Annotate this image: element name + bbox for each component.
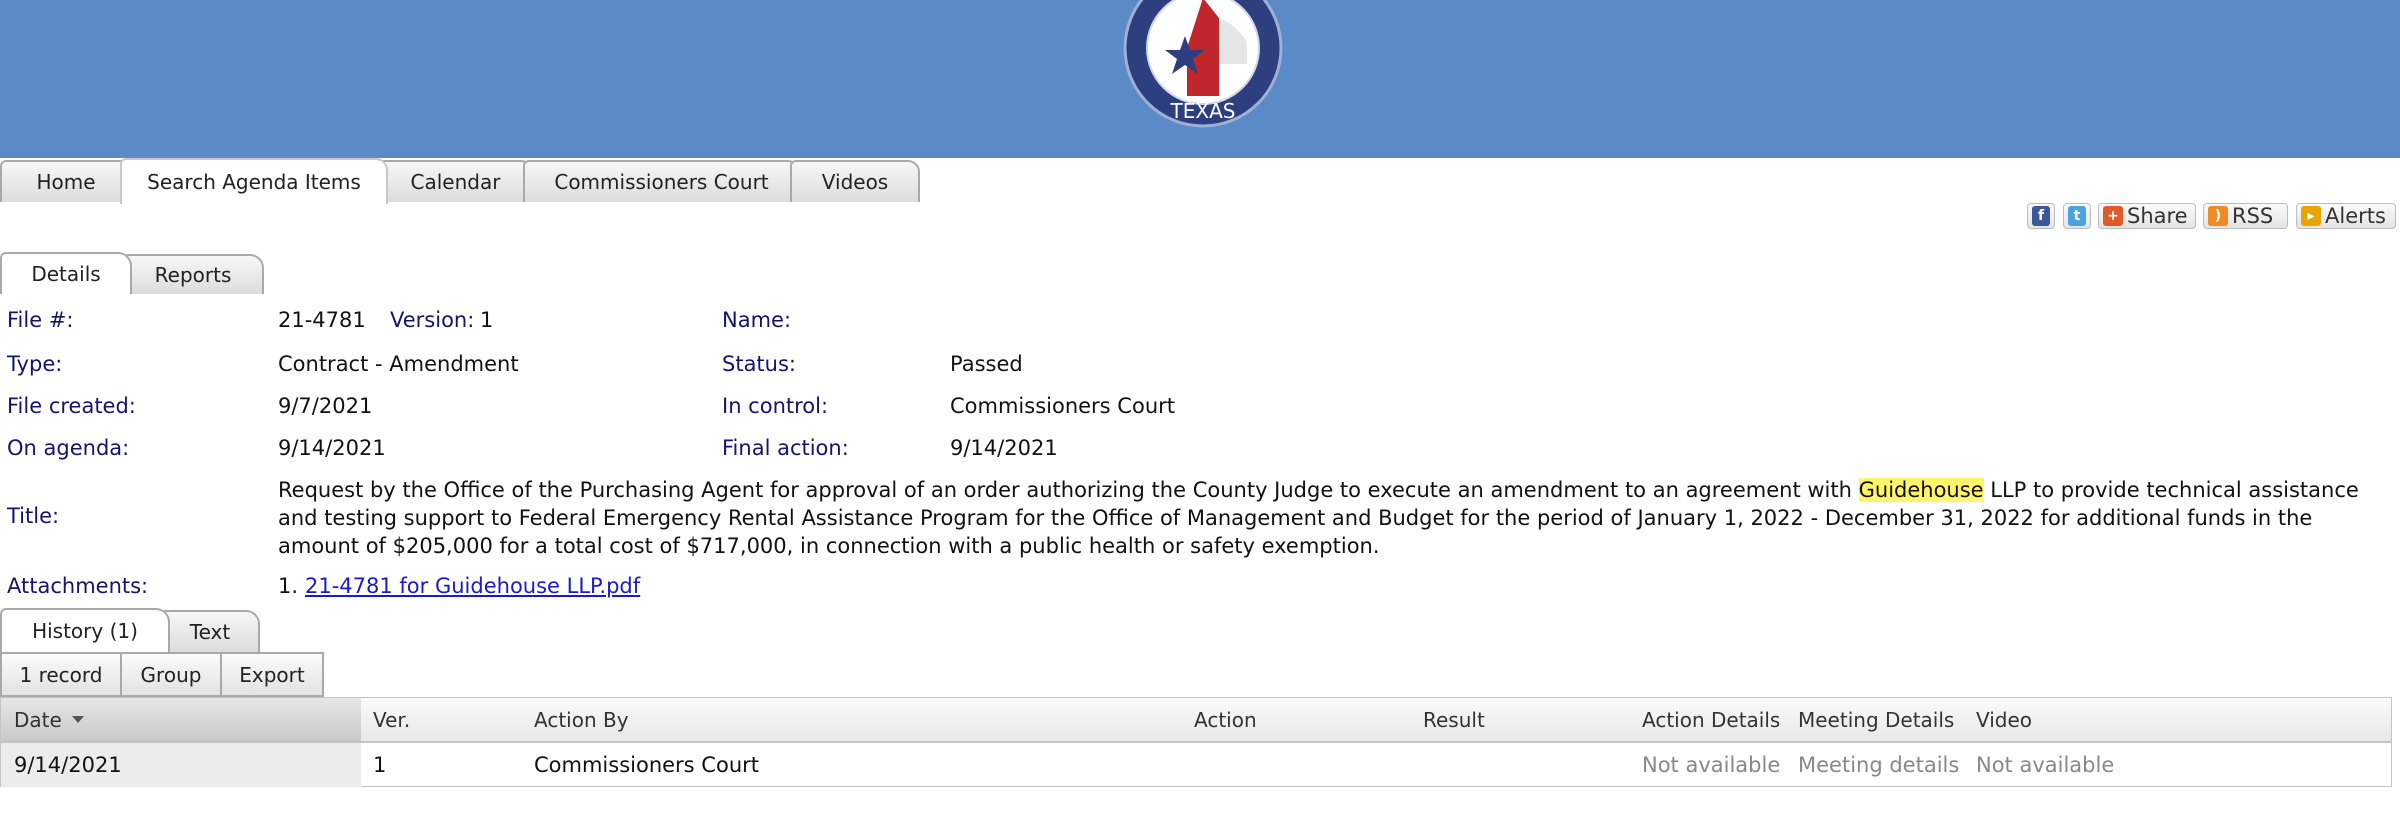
tab-search-agenda-items[interactable]: Search Agenda Items: [120, 158, 388, 204]
name-label: Name:: [722, 308, 792, 332]
version-label: Version:: [390, 308, 475, 332]
share-button[interactable]: + Share: [2098, 203, 2196, 229]
column-header-action-details[interactable]: Action Details: [1642, 698, 1780, 741]
type-value: Contract - Amendment: [278, 352, 519, 376]
county-seal-logo[interactable]: TEXAS: [1123, 0, 1283, 130]
tab-videos-label: Videos: [821, 170, 889, 194]
tab-commissioners-court-label: Commissioners Court: [554, 170, 769, 194]
column-header-video[interactable]: Video: [1976, 698, 2032, 741]
title-label: Title:: [7, 504, 60, 528]
file-created-label: File created:: [7, 394, 136, 418]
title-text-part-1: Request by the Office of the Purchasing …: [278, 478, 1859, 502]
file-created-value: 9/7/2021: [278, 394, 373, 418]
final-action-value: 9/14/2021: [950, 436, 1058, 460]
rss-button[interactable]: ) RSS: [2203, 203, 2288, 229]
attachments-label: Attachments:: [7, 574, 149, 598]
column-header-date[interactable]: Date: [14, 698, 84, 741]
export-label: Export: [239, 662, 305, 687]
tab-details[interactable]: Details: [0, 252, 132, 294]
twitter-button[interactable]: t: [2063, 203, 2091, 229]
alerts-label: Alerts: [2325, 204, 2386, 228]
column-header-meeting-details[interactable]: Meeting Details: [1798, 698, 1954, 741]
tab-text[interactable]: Text: [160, 610, 260, 652]
on-agenda-label: On agenda:: [7, 436, 130, 460]
history-table-header: Date Ver. Action By Action Result Action…: [1, 698, 2391, 743]
facebook-icon: f: [2032, 206, 2050, 226]
title-text: Request by the Office of the Purchasing …: [278, 476, 2368, 560]
tab-text-label: Text: [189, 620, 231, 644]
status-value: Passed: [950, 352, 1023, 376]
rss-icon: ): [2208, 206, 2228, 226]
column-header-video-label: Video: [1976, 707, 2033, 732]
twitter-icon: t: [2068, 206, 2086, 226]
rss-label: RSS: [2232, 204, 2274, 228]
share-label: Share: [2127, 204, 2188, 228]
share-plus-icon: +: [2103, 206, 2123, 226]
final-action-label: Final action:: [722, 436, 849, 460]
column-header-action-label: Action: [1194, 707, 1257, 732]
record-count-label: 1 record: [19, 662, 103, 687]
on-agenda-value: 9/14/2021: [278, 436, 386, 460]
tab-home-label: Home: [36, 170, 96, 194]
svg-text:TEXAS: TEXAS: [1170, 99, 1236, 123]
group-button[interactable]: Group: [122, 654, 222, 695]
table-cell-meeting-details[interactable]: Meeting details: [1798, 743, 1959, 787]
main-nav-tabs: Home Search Agenda Items Calendar Commis…: [0, 158, 2400, 204]
tab-history-label: History (1): [32, 619, 138, 643]
history-toolbar: 1 record Group Export: [0, 652, 324, 697]
title-highlighted-term: Guidehouse: [1858, 478, 1984, 502]
column-header-result[interactable]: Result: [1423, 698, 1485, 741]
alert-flag-icon: ▸: [2301, 206, 2321, 226]
table-cell-date: 9/14/2021: [14, 753, 122, 777]
attachment-link[interactable]: 21-4781 for Guidehouse LLP.pdf: [305, 574, 640, 598]
column-header-action[interactable]: Action: [1194, 698, 1257, 741]
column-header-action-by[interactable]: Action By: [534, 698, 629, 741]
tab-reports-label: Reports: [154, 263, 232, 287]
in-control-label: In control:: [722, 394, 829, 418]
facebook-button[interactable]: f: [2027, 203, 2055, 229]
tab-calendar-label: Calendar: [410, 170, 501, 194]
tab-home[interactable]: Home: [0, 160, 132, 202]
record-count-button[interactable]: 1 record: [2, 654, 122, 695]
attachment-index: 1.: [278, 574, 299, 598]
history-table: Date Ver. Action By Action Result Action…: [0, 697, 2392, 787]
type-label: Type:: [7, 352, 63, 376]
sort-desc-icon: [71, 716, 84, 723]
alerts-button[interactable]: ▸ Alerts: [2296, 203, 2396, 229]
column-header-ver-label: Ver.: [373, 707, 411, 732]
file-number-value: 21-4781: [278, 308, 366, 332]
tab-details-label: Details: [31, 262, 101, 286]
column-header-action-details-label: Action Details: [1642, 707, 1781, 732]
tab-reports[interactable]: Reports: [122, 254, 264, 294]
column-header-action-by-label: Action By: [534, 707, 629, 732]
header-banner: TEXAS: [0, 0, 2400, 158]
in-control-value: Commissioners Court: [950, 394, 1175, 418]
tab-commissioners-court[interactable]: Commissioners Court: [523, 160, 800, 202]
column-header-date-label: Date: [14, 707, 62, 732]
status-label: Status:: [722, 352, 796, 376]
tab-calendar[interactable]: Calendar: [378, 160, 533, 202]
table-cell-action-by: Commissioners Court: [534, 753, 759, 777]
tab-history[interactable]: History (1): [0, 608, 170, 652]
export-button[interactable]: Export: [222, 654, 322, 695]
column-header-ver[interactable]: Ver.: [373, 698, 410, 741]
table-cell-action-details[interactable]: Not available: [1642, 743, 1780, 787]
group-label: Group: [140, 662, 202, 687]
tab-videos[interactable]: Videos: [790, 160, 920, 202]
tab-search-agenda-items-label: Search Agenda Items: [147, 170, 361, 194]
column-header-meeting-details-label: Meeting Details: [1798, 707, 1955, 732]
column-header-result-label: Result: [1423, 707, 1485, 732]
table-cell-ver: 1: [373, 753, 387, 777]
version-value: 1: [480, 308, 494, 332]
table-cell-video[interactable]: Not available: [1976, 743, 2114, 787]
file-number-label: File #:: [7, 308, 74, 332]
